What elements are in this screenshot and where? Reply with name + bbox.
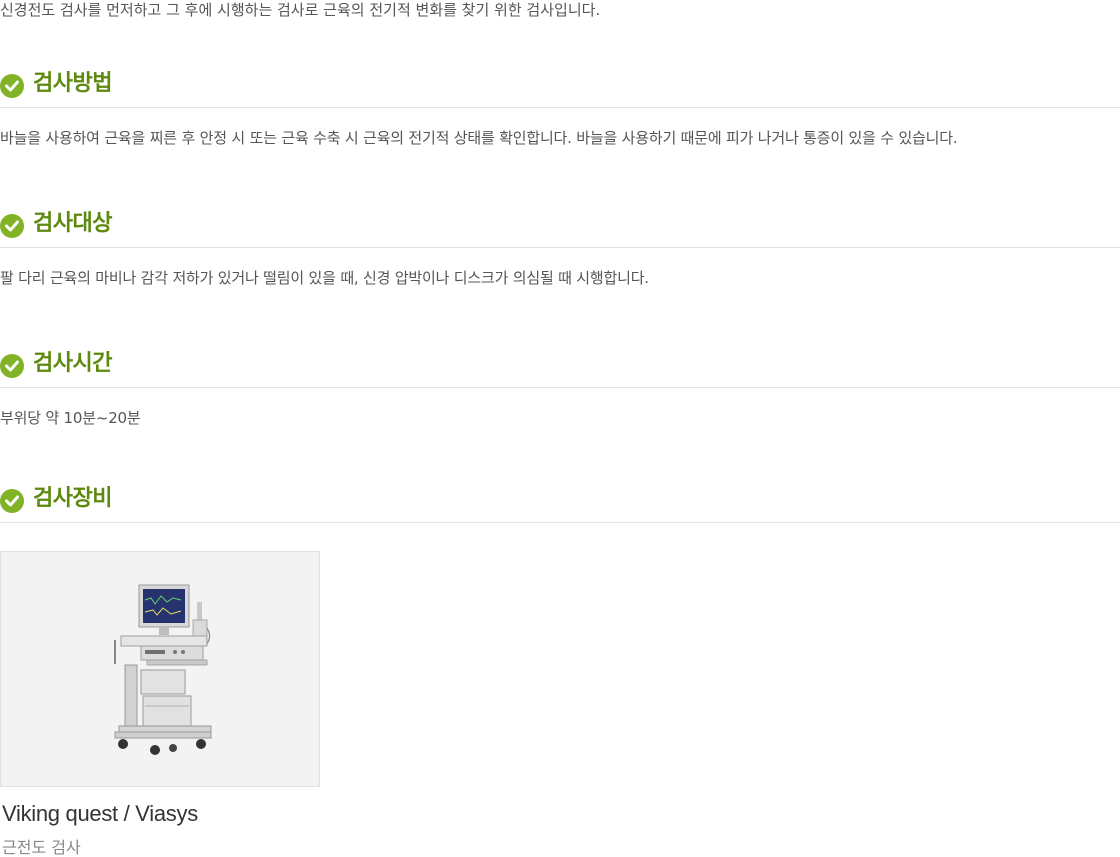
section-header-duration: 검사시간 [0,348,1120,388]
section-body-duration: 부위당 약 10분~20분 [0,409,141,427]
check-circle-icon [0,489,24,513]
section-header-method: 검사방법 [0,68,1120,108]
equipment-description: 근전도 검사 [2,838,81,857]
section-body-target: 팔 다리 근육의 마비나 감각 저하가 있거나 떨림이 있을 때, 신경 압박이… [0,269,649,287]
intro-text: 신경전도 검사를 먼저하고 그 후에 시행하는 검사로 근육의 전기적 변화를 … [0,1,601,19]
section-header-target: 검사대상 [0,208,1120,248]
section-body-method: 바늘을 사용하여 근육을 찌른 후 안정 시 또는 근육 수축 시 근육의 전기… [0,129,958,147]
emg-machine-image [114,584,212,755]
equipment-name: Viking quest / Viasys [2,801,198,826]
section-header-equipment: 검사장비 [0,483,1120,523]
equipment-image-card [0,551,320,787]
section-title: 검사장비 [33,486,112,511]
check-circle-icon [0,214,24,238]
section-title: 검사방법 [33,71,112,96]
check-circle-icon [0,354,24,378]
section-title: 검사대상 [33,211,112,236]
check-circle-icon [0,74,24,98]
section-title: 검사시간 [33,351,112,376]
